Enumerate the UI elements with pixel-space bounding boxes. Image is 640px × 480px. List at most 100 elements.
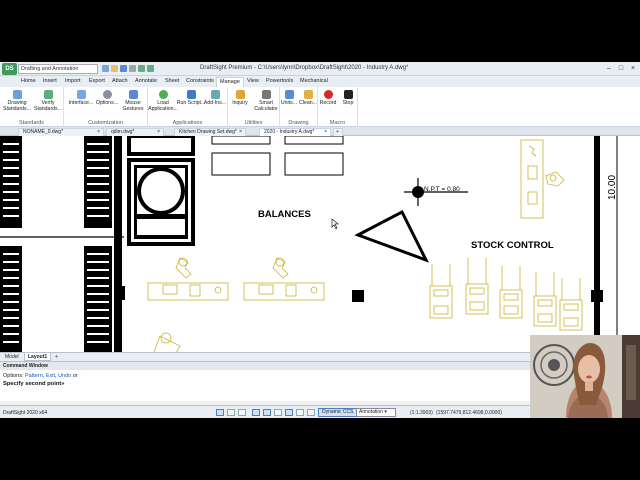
units-button[interactable]: Units...: [280, 89, 298, 117]
close-tab-icon[interactable]: ×: [239, 129, 242, 136]
wall-column: [114, 136, 122, 352]
add-layout-button[interactable]: +: [52, 353, 61, 361]
drawing-canvas[interactable]: N.P.T = 0.80 BALANCES STOCK CONTROL 10.0…: [0, 136, 640, 352]
qinput-toggle[interactable]: [285, 409, 293, 416]
npt-marker: N.P.T = 0.80: [404, 178, 468, 206]
group-utilities: Inquiry Smart Calculator Utilities: [228, 87, 280, 127]
dynamic-ccs-toggle[interactable]: Dynamic CCS: [318, 408, 358, 417]
chevron-down-icon: ▾: [384, 409, 387, 415]
annotation-scale: (1:1.3903): [410, 410, 433, 416]
right-wall: [594, 136, 600, 352]
group-customization: Interface... Options... Mouse Gestures C…: [64, 87, 148, 127]
maximize-icon[interactable]: □: [616, 64, 626, 74]
mouse-gestures-button[interactable]: Mouse Gestures: [118, 89, 148, 117]
webcam-overlay: [530, 335, 640, 418]
drawing-standards-button[interactable]: Drawing Standards...: [2, 89, 32, 117]
snap-toggle[interactable]: [216, 409, 224, 416]
column-marker: [591, 290, 603, 302]
presenter-video: [530, 335, 640, 418]
verify-standards-icon: [43, 90, 53, 99]
ribbon-tabs: Home Insert Import Export Attach Annotat…: [0, 76, 640, 87]
tab-constraints[interactable]: Constraints: [183, 77, 217, 87]
app-logo[interactable]: DS: [2, 63, 17, 75]
group-drawing: Units... Clean... Drawing: [280, 87, 318, 127]
clean-button[interactable]: Clean...: [298, 89, 318, 117]
print-icon[interactable]: [129, 65, 136, 72]
tab-insert[interactable]: Insert: [40, 77, 60, 87]
column-marker: [352, 290, 364, 302]
wall-post: [117, 286, 125, 300]
stock-chairs: [429, 258, 583, 331]
version-label: DraftSight 2020 x64: [3, 410, 48, 416]
drawing-standards-icon: [12, 90, 22, 99]
verify-standards-button[interactable]: Verify Standards...: [33, 89, 63, 117]
smart-calculator-button[interactable]: Smart Calculator: [252, 89, 280, 117]
stop-icon: [343, 90, 353, 99]
doc-tab[interactable]: Kitchen Drawing Set.dwg* ×: [174, 128, 246, 136]
tab-annotate[interactable]: Annotate: [132, 77, 160, 87]
tab-model[interactable]: Model: [2, 353, 22, 361]
tab-view[interactable]: View: [244, 77, 262, 87]
tab-attach[interactable]: Attach: [109, 77, 131, 87]
workspace-select[interactable]: Drafting and Annotation: [18, 64, 98, 74]
esnap-toggle[interactable]: [263, 409, 271, 416]
clean-icon: [303, 90, 313, 99]
close-icon[interactable]: ×: [628, 64, 638, 74]
tab-home[interactable]: Home: [18, 77, 39, 87]
npt-label: N.P.T = 0.80: [424, 186, 460, 193]
option-undo[interactable]: Undo: [58, 373, 71, 379]
title-bar: DS Drafting and Annotation DraftSight Pr…: [0, 62, 640, 76]
new-icon[interactable]: [102, 65, 109, 72]
option-pattern[interactable]: Pattern: [25, 373, 43, 379]
record-button[interactable]: Record: [318, 89, 338, 117]
load-application-icon: [158, 90, 168, 99]
group-label: Utilities: [244, 120, 263, 126]
tab-export[interactable]: Export: [86, 77, 108, 87]
mouse-cursor-icon: [331, 218, 339, 230]
mouse-gestures-icon: [128, 90, 138, 99]
doc-tab[interactable]: NONAME_0.dwg* ×: [18, 128, 104, 136]
polar-toggle[interactable]: [252, 409, 260, 416]
tab-manage[interactable]: Manage: [216, 77, 244, 87]
command-options: Options: Pattern, Exit, Undo or: [3, 373, 78, 379]
undo-icon[interactable]: [138, 65, 145, 72]
tab-import[interactable]: Import: [62, 77, 84, 87]
group-label: Applications: [172, 120, 203, 126]
tab-sheet[interactable]: Sheet: [162, 77, 182, 87]
letterbox-bottom: [0, 418, 640, 480]
model-toggle[interactable]: [307, 409, 315, 416]
gear-icon: [102, 90, 112, 99]
etrack-toggle[interactable]: [274, 409, 282, 416]
close-tab-icon[interactable]: ×: [324, 129, 327, 136]
stock-control-label: STOCK CONTROL: [471, 240, 554, 251]
open-icon[interactable]: [111, 65, 118, 72]
equipment-block: [127, 136, 195, 246]
save-icon[interactable]: [120, 65, 127, 72]
close-tab-icon[interactable]: ×: [157, 129, 160, 136]
tab-mechanical[interactable]: Mechanical: [297, 77, 331, 87]
close-tab-icon[interactable]: ×: [97, 129, 100, 136]
tab-layout1[interactable]: Layout1: [24, 353, 52, 361]
doc-tab-active[interactable]: 2020 - Industry A.dwg* ×: [259, 128, 331, 136]
dimension-label: 10.00: [607, 175, 618, 200]
ortho-toggle[interactable]: [238, 409, 246, 416]
tab-powertools[interactable]: Powertools: [263, 77, 296, 87]
redo-icon[interactable]: [147, 65, 154, 72]
option-exit[interactable]: Exit: [46, 373, 55, 379]
lweight-toggle[interactable]: [296, 409, 304, 416]
add-ins-icon: [210, 90, 220, 99]
new-tab-button[interactable]: +: [333, 128, 343, 136]
load-application-button[interactable]: Load Application...: [148, 89, 178, 117]
annotation-select[interactable]: Annotation ▾: [356, 408, 396, 417]
cursor-coordinates: (1597.7479,812.4698,0.0000): [436, 410, 502, 416]
grid-toggle[interactable]: [227, 409, 235, 416]
window-title: DraftSight Premium - C:\Users\lynn\Dropb…: [200, 65, 409, 71]
minimize-icon[interactable]: –: [604, 64, 614, 74]
command-prompt[interactable]: Specify second point»: [3, 381, 65, 387]
group-macro: Record Stop Macro: [318, 87, 358, 127]
inquiry-button[interactable]: Inquiry: [228, 89, 252, 117]
stop-button[interactable]: Stop: [338, 89, 358, 117]
document-tabs: NONAME_0.dwg* × qdim.dwg* × Kitchen Drawin…: [0, 127, 640, 136]
add-ins-button[interactable]: Add-Ins...: [200, 89, 230, 117]
doc-tab[interactable]: qdim.dwg* ×: [106, 128, 164, 136]
